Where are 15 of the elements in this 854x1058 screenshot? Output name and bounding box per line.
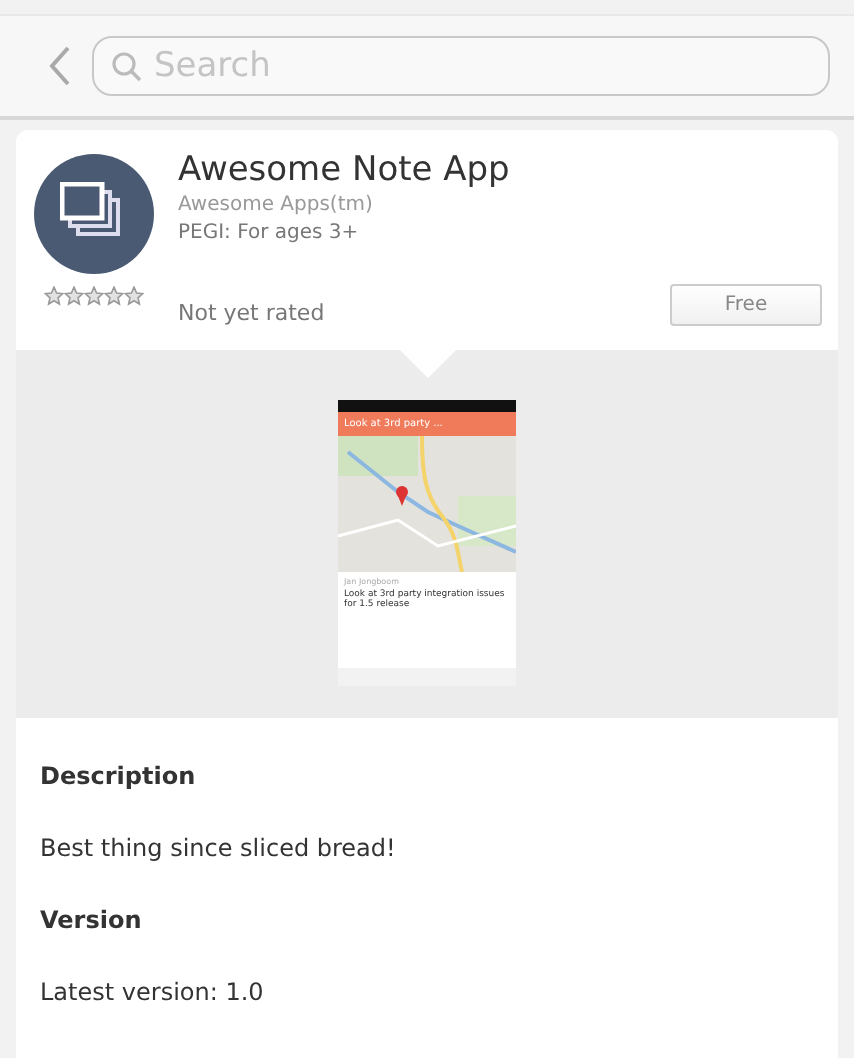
rating-text: Not yet rated xyxy=(178,300,325,326)
section-heading: Version xyxy=(40,904,144,934)
star-icon xyxy=(44,286,64,306)
star-icon xyxy=(64,286,84,306)
section-text: Latest version: 1.0 xyxy=(40,976,266,1006)
app-name: Awesome Note App xyxy=(178,150,512,190)
back-icon[interactable] xyxy=(48,44,72,88)
age-rating: PEGI: For ages 3+ xyxy=(178,222,361,244)
section-heading: Description xyxy=(40,760,198,790)
star-icon xyxy=(124,286,144,306)
search-icon xyxy=(110,50,142,82)
section-text: Best thing since sliced bread! xyxy=(40,832,398,862)
publisher: Awesome Apps(tm) xyxy=(178,194,375,216)
star-icon xyxy=(84,286,104,306)
star-icon xyxy=(104,286,124,306)
